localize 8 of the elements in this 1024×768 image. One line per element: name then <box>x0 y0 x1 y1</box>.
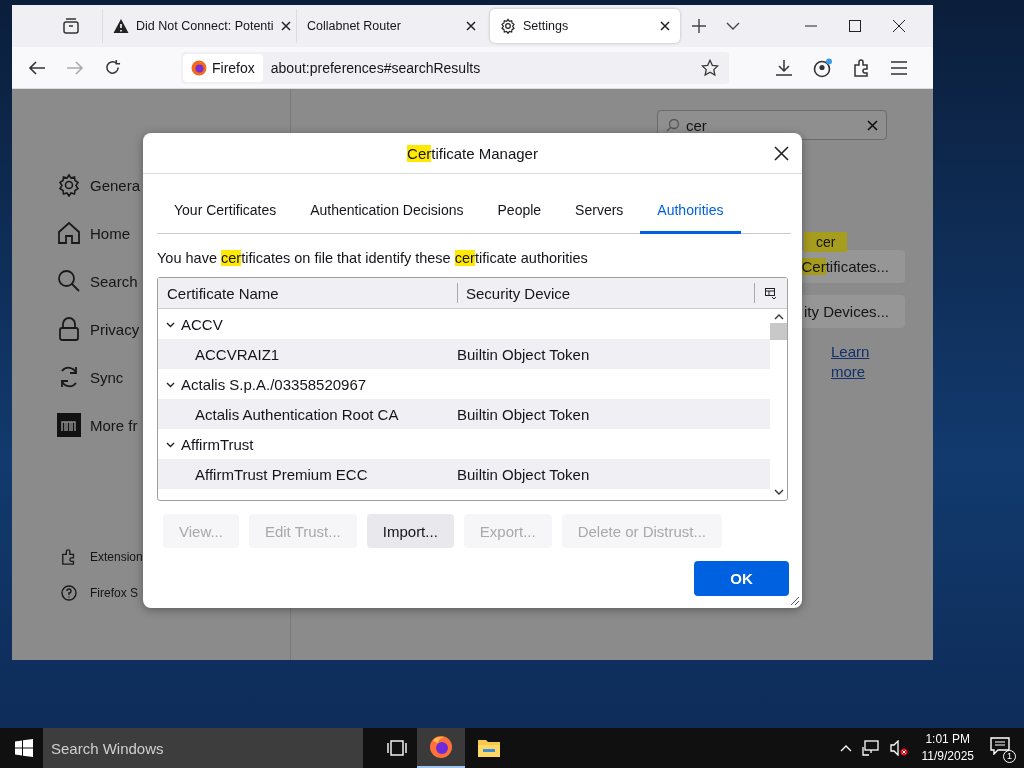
tree-cell: Builtin Object Token <box>457 465 590 483</box>
tree-cell: Builtin Object Token <box>457 345 590 363</box>
date-text: 11/9/2025 <box>921 748 974 765</box>
notification-badge: 1 <box>1003 750 1016 763</box>
tree-cell: Builtin Object Token <box>457 405 590 423</box>
search-tooltip: cer <box>804 232 848 252</box>
time-text: 1:01 PM <box>925 731 971 748</box>
url-text: about:preferences#searchResults <box>270 59 482 76</box>
